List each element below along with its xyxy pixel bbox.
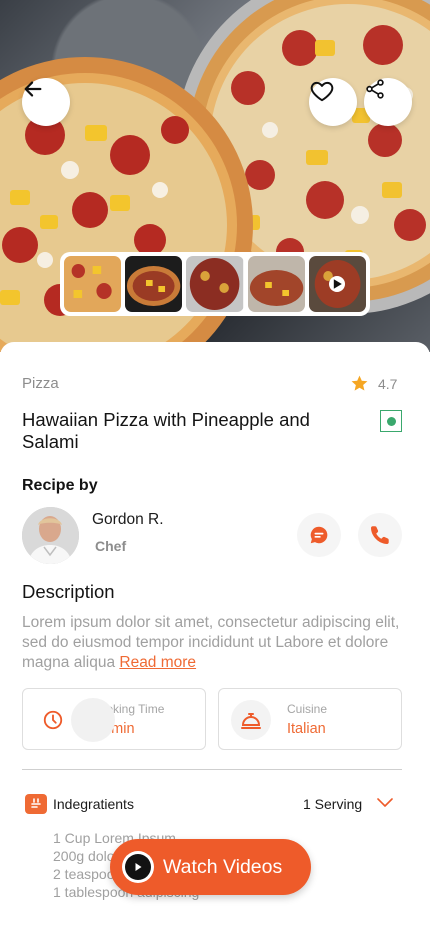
recipe-title: Hawaiian Pizza with Pineapple and Salami xyxy=(22,409,310,452)
avatar[interactable] xyxy=(22,507,79,564)
gallery-thumb-2[interactable] xyxy=(125,256,183,312)
rating-value: 4.7 xyxy=(378,375,398,392)
cuisine-label: Cuisine xyxy=(287,702,328,716)
watch-videos-label: Watch Videos xyxy=(163,855,283,878)
gallery-thumb-3[interactable] xyxy=(186,256,244,312)
divider xyxy=(22,769,402,770)
call-button[interactable] xyxy=(358,513,402,557)
clock-icon xyxy=(35,702,71,738)
back-button[interactable] xyxy=(22,78,70,126)
star-icon xyxy=(351,375,368,391)
description-text: Lorem ipsum dolor sit amet, consectetur … xyxy=(22,614,400,671)
read-more-link[interactable]: Read more xyxy=(119,654,196,671)
serving-select[interactable]: 1 Serving xyxy=(303,796,362,812)
recipe-by-label: Recipe by xyxy=(22,477,98,494)
chat-icon xyxy=(310,526,328,544)
chevron-down-icon[interactable] xyxy=(376,797,394,809)
share-button[interactable] xyxy=(364,78,412,126)
hero-image xyxy=(0,0,430,352)
back-arrow-icon xyxy=(24,81,42,97)
gallery-thumb-4[interactable] xyxy=(247,256,305,312)
rating: 4.7 xyxy=(350,374,397,393)
cuisine-value: Italian xyxy=(287,721,326,737)
description-title: Description xyxy=(22,581,115,602)
cloche-icon xyxy=(231,700,271,740)
heart-icon xyxy=(310,81,334,102)
play-icon xyxy=(122,851,154,883)
ingredients-icon xyxy=(25,794,47,814)
veg-icon xyxy=(380,410,402,432)
chat-button[interactable] xyxy=(297,513,341,557)
touch-indicator xyxy=(71,698,115,742)
cooking-time-card: Cooking Time 15 min xyxy=(22,688,206,750)
gallery-thumb-1[interactable] xyxy=(64,256,122,312)
favorite-button[interactable] xyxy=(309,78,357,126)
play-icon xyxy=(329,276,346,292)
gallery-thumbnails xyxy=(60,252,370,316)
watch-videos-button[interactable]: Watch Videos xyxy=(110,839,311,895)
recipe-category: Pizza xyxy=(22,375,59,392)
ingredients-title: Indegratients xyxy=(53,796,134,812)
chef-role: Chef xyxy=(95,538,127,554)
share-icon xyxy=(366,79,384,99)
chef-name: Gordon R. xyxy=(92,511,164,528)
phone-icon xyxy=(371,526,389,544)
cuisine-card: Cuisine Italian xyxy=(218,688,402,750)
gallery-thumb-video[interactable] xyxy=(308,256,367,312)
